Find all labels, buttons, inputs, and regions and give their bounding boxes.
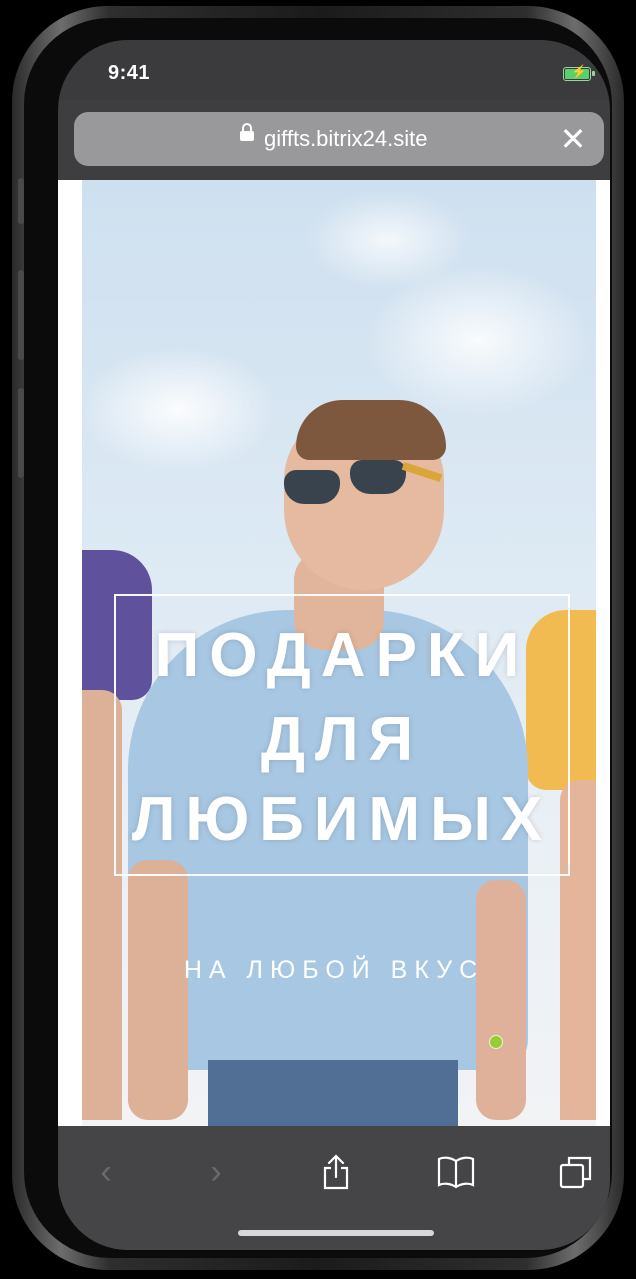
hero-subtitle: НА ЛЮБОЙ ВКУС: [183, 956, 485, 984]
phone-screen: 9:41 ⚡ giffts.bitrix24.site ✕ ПОДАРКИ ДЛ…: [58, 40, 610, 1250]
tabs-icon: [559, 1156, 592, 1189]
lock-icon: [240, 123, 254, 141]
status-time: 9:41: [108, 62, 151, 84]
back-button[interactable]: ‹: [76, 1142, 136, 1202]
address-bar[interactable]: giffts.bitrix24.site ✕: [74, 112, 604, 237]
home-indicator[interactable]: [238, 1230, 434, 1236]
charging-icon: ⚡: [571, 64, 588, 79]
chevron-right-icon: ›: [210, 1152, 222, 1191]
hero-title-box: ПОДАРКИ ДЛЯ ЛЮБИМЫХ: [114, 594, 570, 876]
web-content: ПОДАРКИ ДЛЯ ЛЮБИМЫХ НА ЛЮБОЙ ВКУС: [58, 180, 610, 1126]
safari-toolbar: ‹ ›: [58, 1126, 610, 1250]
battery-nub: [592, 71, 595, 76]
bookmarks-button[interactable]: [426, 1142, 486, 1202]
hero-title-line: ЛЮБИМЫХ: [131, 785, 553, 854]
share-button[interactable]: [306, 1142, 366, 1202]
mute-switch: [18, 178, 24, 224]
close-button[interactable]: ✕: [556, 122, 590, 156]
chevron-left-icon: ‹: [100, 1152, 112, 1191]
status-bar: 9:41 ⚡: [58, 40, 610, 100]
forward-button[interactable]: ›: [186, 1142, 246, 1202]
url-text[interactable]: giffts.bitrix24.site: [264, 126, 427, 152]
volume-down-button: [18, 388, 24, 478]
hero-title-line: ПОДАРКИ: [154, 621, 530, 690]
volume-up-button: [18, 270, 24, 360]
book-icon: [437, 1156, 475, 1189]
hero-title-line: ДЛЯ: [260, 705, 424, 774]
green-dot-icon: [489, 1035, 503, 1049]
tabs-button[interactable]: [546, 1142, 606, 1202]
share-icon: [323, 1154, 349, 1190]
